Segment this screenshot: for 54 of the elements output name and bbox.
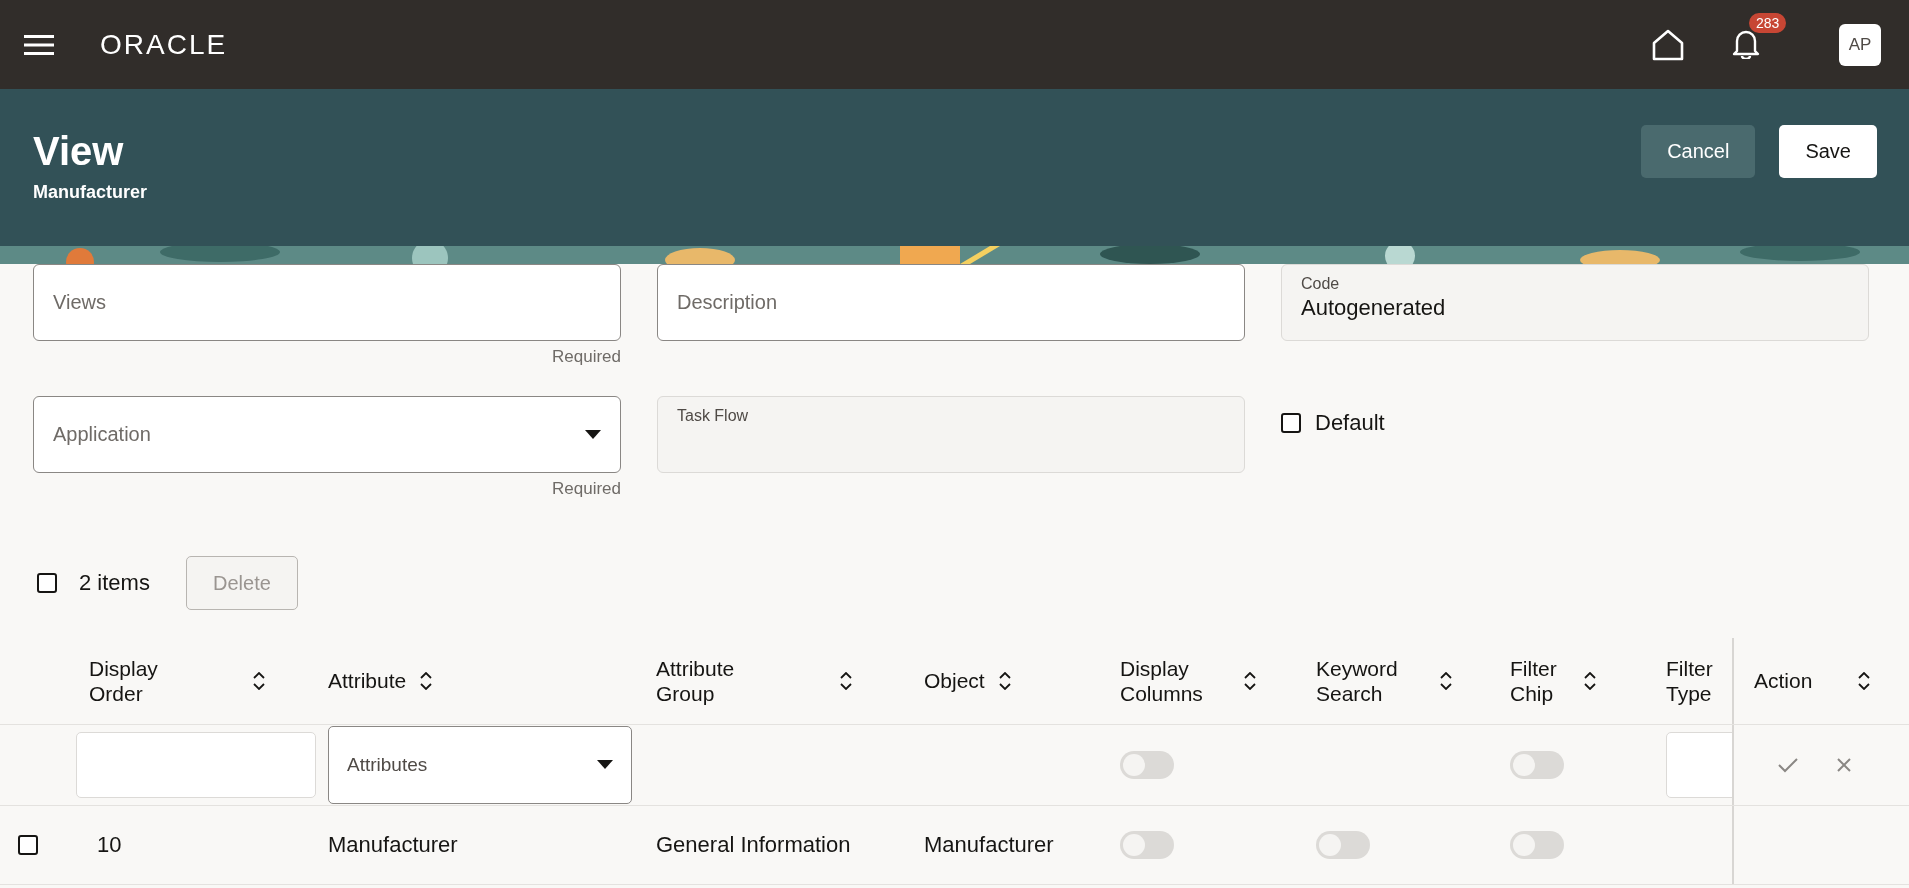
toggle-switch[interactable] <box>1316 831 1370 859</box>
toggle-switch[interactable] <box>1120 831 1174 859</box>
check-icon[interactable] <box>1778 757 1798 773</box>
filter-input[interactable] <box>1666 732 1732 798</box>
save-button[interactable]: Save <box>1779 125 1877 178</box>
readonly-field: Task Flow <box>657 396 1245 473</box>
menu-icon[interactable] <box>24 33 54 56</box>
column-header[interactable]: Filter Chip <box>1510 655 1570 707</box>
row-checkbox[interactable] <box>18 835 38 855</box>
column-header[interactable]: Action <box>1754 668 1813 694</box>
table-cell: General Information <box>656 832 851 858</box>
column-header[interactable]: Display Order <box>89 655 239 707</box>
text-field[interactable]: Views <box>33 264 621 341</box>
sort-icon[interactable] <box>1858 672 1871 690</box>
cancel-button[interactable]: Cancel <box>1641 125 1756 178</box>
select-field[interactable]: Application <box>33 396 621 473</box>
notification-badge: 283 <box>1749 12 1787 33</box>
sort-icon[interactable] <box>840 672 852 690</box>
column-header[interactable]: Attribute <box>328 668 407 694</box>
text-field[interactable]: Description <box>657 264 1245 341</box>
table-cell: Manufacturer <box>924 832 1054 858</box>
column-header[interactable]: Filter Type <box>1666 655 1713 707</box>
sort-icon[interactable] <box>253 672 265 690</box>
table-cell-text: 10 <box>96 832 122 858</box>
checkbox[interactable] <box>1281 413 1301 433</box>
caret-icon <box>597 760 613 770</box>
readonly-field: Code Autogenerated <box>1281 264 1869 341</box>
page-title: View <box>33 129 125 174</box>
user-avatar[interactable]: AP <box>1839 23 1881 66</box>
helper-text: Required <box>552 347 621 367</box>
sort-icon[interactable] <box>998 672 1011 690</box>
attribute-select[interactable]: Attributes <box>328 726 632 804</box>
item-count: 2 items <box>79 570 150 596</box>
helper-text: Required <box>552 479 621 499</box>
filter-input[interactable] <box>76 732 316 798</box>
toggle-switch[interactable] <box>1510 751 1564 779</box>
sort-icon[interactable] <box>1584 672 1596 690</box>
sort-icon[interactable] <box>1244 672 1256 690</box>
page-subtitle: Manufacturer <box>33 182 148 203</box>
toggle-switch[interactable] <box>1120 751 1174 779</box>
select-all-checkbox[interactable] <box>37 573 57 593</box>
column-header[interactable]: Keyword Search <box>1316 655 1426 707</box>
column-header[interactable]: Object <box>924 668 985 694</box>
column-header[interactable]: Attribute Group <box>656 655 826 707</box>
close-icon[interactable] <box>1836 757 1852 773</box>
checkbox-label: Default <box>1315 410 1385 436</box>
sort-icon[interactable] <box>420 672 433 690</box>
caret-icon <box>585 429 601 440</box>
home-icon[interactable] <box>1651 28 1685 61</box>
column-header[interactable]: Display Columns <box>1120 655 1230 707</box>
toggle-switch[interactable] <box>1510 831 1564 859</box>
brand-logo[interactable]: ORACLE <box>100 28 228 61</box>
table-cell: Manufacturer <box>328 832 458 858</box>
sort-icon[interactable] <box>1440 672 1452 690</box>
